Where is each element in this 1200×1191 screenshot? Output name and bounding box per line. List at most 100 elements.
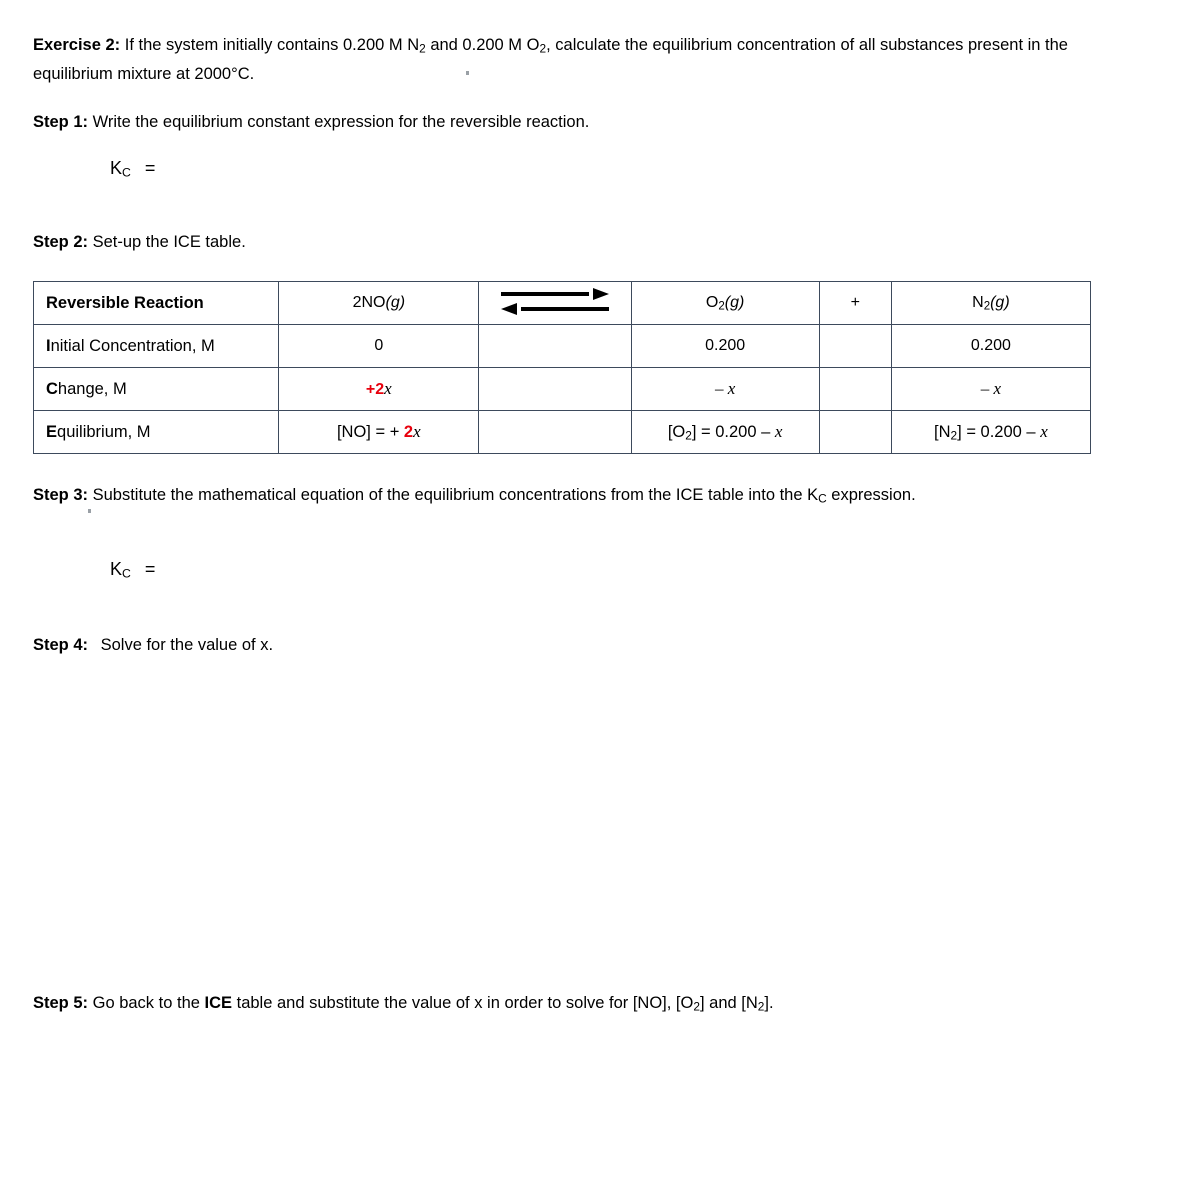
equilibrium-n2-variable: x <box>1040 421 1048 441</box>
reverse-arrow-icon <box>500 303 609 315</box>
initial-no-cell: 0 <box>278 324 480 368</box>
kc-symbol-2: K <box>110 559 123 579</box>
step-3-label: Step 3: <box>33 486 89 504</box>
equilibrium-arrow-cell <box>478 410 632 454</box>
change-row-label-first: C <box>46 379 58 398</box>
kc-equals: = <box>144 158 156 178</box>
exercise-label: Exercise 2: <box>33 36 121 54</box>
kc-subscript-2: C <box>122 566 131 581</box>
step-5-text-part2: table and substitute the value of x in o… <box>232 994 694 1012</box>
exercise-text-part1: If the system initially contains 0.200 M… <box>124 36 420 54</box>
equilibrium-o2-cell: [O2] = 0.200 – x <box>630 410 820 454</box>
plus-sign: + <box>850 294 860 311</box>
initial-row-label: Initial Concentration, M <box>32 324 280 368</box>
step-5-label: Step 5: <box>33 994 89 1012</box>
equilibrium-n2-prefix: [N <box>934 422 951 441</box>
step-2-line: Step 2: Set-up the ICE table. <box>33 230 933 255</box>
forward-arrow-icon <box>500 288 609 300</box>
kc-expression-step1: KC = <box>110 158 155 180</box>
kc-subscript: C <box>122 165 131 180</box>
stray-mark-artifact-2 <box>88 509 91 513</box>
step-4-text: Solve for the value of x. <box>100 636 274 654</box>
exercise-n-subscript: 2 <box>419 41 426 56</box>
reverse-arrow-shaft <box>520 307 609 311</box>
change-no-coefficient: +2 <box>365 381 385 398</box>
step-1-line: Step 1: Write the equilibrium constant e… <box>33 110 933 135</box>
change-plus-cell <box>818 367 892 411</box>
step-5-ice-bold: ICE <box>204 994 233 1012</box>
equilibrium-o2-prefix: [O <box>667 422 686 441</box>
exercise-statement: Exercise 2: If the system initially cont… <box>33 33 1108 87</box>
kc-symbol: K <box>110 158 123 178</box>
initial-n2-cell: 0.200 <box>890 324 1092 368</box>
reverse-arrow-head <box>500 303 517 315</box>
equilibrium-plus-cell <box>818 410 892 454</box>
change-n2-cell: – x <box>890 367 1092 411</box>
step-5-line: Step 5: Go back to the ICE table and sub… <box>33 991 1133 1020</box>
change-n2-variable: x <box>993 379 1002 398</box>
initial-plus-cell <box>818 324 892 368</box>
equilibrium-no-prefix: [NO] = + <box>336 423 404 441</box>
change-o2-variable: x <box>727 379 736 398</box>
change-o2-cell: – x <box>630 367 820 411</box>
table-row-equilibrium: Equilibrium, M [NO] = + 2x [O2] = 0.200 … <box>32 410 1092 454</box>
equilibrium-double-arrow-icon <box>500 288 609 318</box>
header-arrow-cell <box>478 281 632 325</box>
stray-mark-artifact <box>466 71 469 75</box>
equilibrium-o2-rest: ] = 0.200 – <box>691 422 775 441</box>
equilibrium-row-label-first: E <box>46 422 58 441</box>
step-1-text: Write the equilibrium constant expressio… <box>92 113 590 131</box>
equilibrium-no-coefficient: 2 <box>403 423 414 441</box>
equilibrium-row-label-rest: quilibrium, M <box>57 422 151 441</box>
step-5-text-part3: ] and [N <box>699 994 758 1012</box>
header-reactant-cell: 2NO(g) <box>278 281 480 325</box>
forward-arrow-head <box>592 288 609 300</box>
step-3-text-part2: expression. <box>826 486 916 504</box>
product2-state: (g) <box>990 293 1010 311</box>
step-2-label: Step 2: <box>33 233 89 251</box>
initial-row-label-rest: nitial Concentration, M <box>50 336 215 355</box>
change-o2-minus: – <box>714 379 728 398</box>
table-row-change: Change, M +2x – x – x <box>32 367 1092 411</box>
step-3-kc-subscript: C <box>818 491 827 506</box>
change-no-variable: x <box>384 379 392 398</box>
step-4-label: Step 4: <box>33 636 89 654</box>
product1-state: (g) <box>724 293 745 311</box>
reactant-state: (g) <box>385 294 406 311</box>
header-plus-cell: + <box>818 281 892 325</box>
step-2-text: Set-up the ICE table. <box>92 233 246 251</box>
step-3-line: Step 3: Substitute the mathematical equa… <box>33 483 1173 512</box>
equilibrium-n2-rest: ] = 0.200 – <box>957 422 1041 441</box>
step-4-line: Step 4: Solve for the value of x. <box>33 633 933 658</box>
header-row-label: Reversible Reaction <box>32 281 280 325</box>
kc-equals-2: = <box>144 559 156 579</box>
exercise-text-part2: and 0.200 M O <box>425 36 540 54</box>
kc-expression-step3: KC = <box>110 559 155 581</box>
equilibrium-no-variable: x <box>413 422 421 441</box>
forward-arrow-shaft <box>500 292 589 296</box>
initial-o2-cell: 0.200 <box>630 324 820 368</box>
header-row-label-text: Reversible Reaction <box>46 293 204 312</box>
change-n2-minus: – <box>980 379 994 398</box>
equilibrium-row-label: Equilibrium, M <box>32 410 280 454</box>
ice-table-container: Reversible Reaction 2NO(g) O2(g) + N2(g)… <box>32 281 1092 454</box>
ice-table: Reversible Reaction 2NO(g) O2(g) + N2(g)… <box>32 281 1092 454</box>
product2-formula: N <box>972 293 984 311</box>
step-3-text-part1: Substitute the mathematical equation of … <box>92 486 819 504</box>
table-row-header: Reversible Reaction 2NO(g) O2(g) + N2(g) <box>32 281 1092 325</box>
step-5-text-part1: Go back to the <box>92 994 205 1012</box>
header-product2-cell: N2(g) <box>890 281 1092 325</box>
equilibrium-n2-cell: [N2] = 0.200 – x <box>890 410 1092 454</box>
document-page: Exercise 2: If the system initially cont… <box>0 0 1200 1191</box>
change-row-label-rest: hange, M <box>57 379 127 398</box>
initial-arrow-cell <box>478 324 632 368</box>
header-product1-cell: O2(g) <box>630 281 820 325</box>
change-row-label: Change, M <box>32 367 280 411</box>
product1-formula: O <box>705 293 719 311</box>
change-no-cell: +2x <box>278 367 480 411</box>
step-5-text-part4: ]. <box>764 994 774 1012</box>
change-arrow-cell <box>478 367 632 411</box>
equilibrium-o2-subscript: 2 <box>685 428 692 443</box>
equilibrium-no-cell: [NO] = + 2x <box>278 410 480 454</box>
step-5-o-subscript: 2 <box>693 999 700 1014</box>
